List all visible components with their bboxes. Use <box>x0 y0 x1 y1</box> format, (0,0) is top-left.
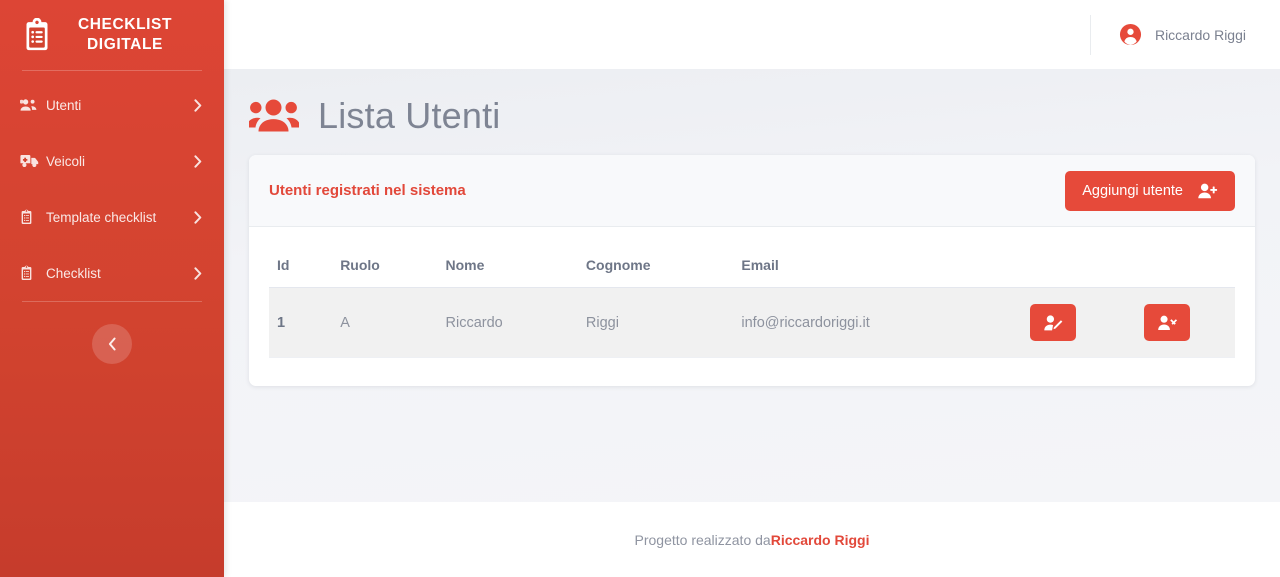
page-footer: Progetto realizzato da Riccardo Riggi <box>224 502 1280 577</box>
cell-id: 1 <box>269 287 333 358</box>
sidebar: CHECKLIST DIGITALE Utenti Veicoli Templa… <box>0 0 224 577</box>
brand-line-2: DIGITALE <box>87 36 163 53</box>
sidebar-nav: Utenti Veicoli Template checklist Checkl… <box>0 71 224 301</box>
sidebar-collapse-button[interactable] <box>92 324 132 364</box>
user-edit-icon <box>1043 314 1063 331</box>
column-header-cognome: Cognome <box>577 239 734 288</box>
table-header-row: Id Ruolo Nome Cognome Email <box>269 239 1235 288</box>
sidebar-item-checklist[interactable]: Checklist <box>0 245 224 301</box>
chevron-right-icon <box>194 154 206 168</box>
users-icon <box>249 98 299 134</box>
add-user-button[interactable]: Aggiungi utente <box>1065 170 1235 211</box>
main-area: Riccardo Riggi Lista Utenti Utenti regis… <box>224 0 1280 577</box>
cell-email: info@riccardoriggi.it <box>733 287 1005 358</box>
content-area: Lista Utenti Utenti registrati nel siste… <box>224 69 1280 502</box>
column-header-ruolo: Ruolo <box>332 239 438 288</box>
topbar: Riccardo Riggi <box>224 0 1280 69</box>
column-header-actions <box>1004 239 1235 288</box>
app-root: CHECKLIST DIGITALE Utenti Veicoli Templa… <box>0 0 1280 577</box>
user-circle-icon <box>1119 23 1142 46</box>
clipboard-icon <box>20 265 42 281</box>
cell-nome: Riccardo <box>437 287 578 358</box>
cell-ruolo: A <box>332 287 438 358</box>
card-title: Utenti registrati nel sistema <box>269 182 466 199</box>
column-header-id: Id <box>269 239 333 288</box>
user-menu[interactable]: Riccardo Riggi <box>1089 14 1246 55</box>
users-icon <box>20 98 42 112</box>
table-body: 1 A Riccardo Riggi info@riccardoriggi.it <box>269 287 1235 358</box>
clipboard-icon <box>20 209 42 225</box>
sidebar-item-label: Veicoli <box>46 153 86 169</box>
brand-logo[interactable]: CHECKLIST DIGITALE <box>0 0 224 70</box>
users-table: Id Ruolo Nome Cognome Email 1 A Riccardo… <box>269 239 1235 358</box>
brand-line-1: CHECKLIST <box>77 16 173 34</box>
card-body: Id Ruolo Nome Cognome Email 1 A Riccardo… <box>249 227 1255 386</box>
brand-title: CHECKLIST DIGITALE <box>66 15 184 55</box>
delete-user-button[interactable] <box>1144 304 1191 341</box>
chevron-right-icon <box>194 266 206 280</box>
add-user-button-label: Aggiungi utente <box>1082 182 1183 199</box>
footer-text: Progetto realizzato da <box>634 531 771 548</box>
column-header-nome: Nome <box>437 239 578 288</box>
column-header-email: Email <box>733 239 1005 288</box>
clipboard-list-icon <box>22 17 52 53</box>
table-head: Id Ruolo Nome Cognome Email <box>269 239 1235 288</box>
sidebar-item-veicoli[interactable]: Veicoli <box>0 133 224 189</box>
user-plus-icon <box>1198 183 1218 199</box>
edit-user-button[interactable] <box>1030 304 1077 341</box>
chevron-left-icon <box>108 337 117 351</box>
user-name-label: Riccardo Riggi <box>1154 26 1246 43</box>
table-row: 1 A Riccardo Riggi info@riccardoriggi.it <box>269 287 1235 358</box>
sidebar-item-template-checklist[interactable]: Template checklist <box>0 189 224 245</box>
footer-author: Riccardo Riggi <box>770 531 870 548</box>
row-action-buttons <box>1012 304 1235 341</box>
cell-actions <box>1004 287 1235 358</box>
user-times-icon <box>1157 315 1177 331</box>
cell-cognome: Riggi <box>577 287 734 358</box>
sidebar-item-label: Template checklist <box>46 209 157 225</box>
page-title: Lista Utenti <box>318 95 501 136</box>
page-header: Lista Utenti <box>249 95 1255 155</box>
card-header: Utenti registrati nel sistema Aggiungi u… <box>249 155 1255 227</box>
sidebar-item-utenti[interactable]: Utenti <box>0 77 224 133</box>
ambulance-icon <box>20 154 42 168</box>
chevron-right-icon <box>194 98 206 112</box>
chevron-right-icon <box>194 210 206 224</box>
users-card: Utenti registrati nel sistema Aggiungi u… <box>249 155 1255 386</box>
sidebar-item-label: Checklist <box>46 265 101 281</box>
sidebar-collapse-wrap <box>0 302 224 364</box>
sidebar-item-label: Utenti <box>46 97 82 113</box>
